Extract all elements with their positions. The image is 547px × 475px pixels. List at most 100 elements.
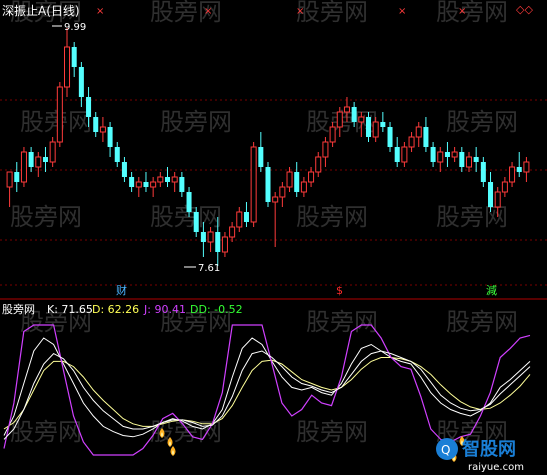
x-marker: × xyxy=(296,6,304,17)
flame-icon xyxy=(170,446,176,456)
watermark-layer: 股旁网 股旁网 股旁网 股旁网股旁网 股旁网 股旁网股旁网 股旁网 股旁网 股旁网股旁网 股旁网股… xyxy=(10,0,518,446)
readout-dd: DD: -0.52 xyxy=(190,303,243,316)
candle-body xyxy=(430,147,436,162)
x-marker: × xyxy=(96,6,104,17)
candle-body xyxy=(71,47,77,67)
candle-body xyxy=(336,111,343,128)
candle-body xyxy=(488,182,494,207)
candle-body xyxy=(64,46,71,88)
signal-label-cai: 财 xyxy=(116,283,127,297)
price-title: 深振止A(日线) xyxy=(2,4,80,18)
candle-body xyxy=(451,151,458,158)
candle-body xyxy=(186,192,192,212)
indicator-name: 股旁网 xyxy=(2,302,35,316)
candle-body xyxy=(258,147,264,167)
candle-body xyxy=(408,136,415,148)
candle-body xyxy=(207,231,214,243)
candle-body xyxy=(358,116,365,123)
candle-body xyxy=(423,127,429,147)
candle-body xyxy=(221,236,228,253)
candle-body xyxy=(42,157,48,162)
candle-body xyxy=(459,152,465,167)
candle-body xyxy=(35,156,42,168)
candle-body xyxy=(308,171,315,183)
candle-body xyxy=(351,107,357,122)
candle-body xyxy=(78,67,84,97)
candle-body xyxy=(215,232,221,252)
candle-body xyxy=(236,211,243,228)
watermark-text: 股旁网 xyxy=(436,0,508,26)
candle-body xyxy=(121,162,127,177)
candle-body xyxy=(523,161,530,173)
candle-body xyxy=(286,171,293,188)
candle-body xyxy=(99,126,106,133)
candle-body xyxy=(516,167,522,172)
logo-name: 智股网 xyxy=(462,438,516,460)
candle-body xyxy=(365,117,372,137)
candle-body xyxy=(272,196,279,203)
readout-d: D: 62.26 xyxy=(92,303,139,316)
candle-body xyxy=(179,177,185,192)
candle-body xyxy=(437,151,444,163)
candle-body xyxy=(279,186,286,198)
stock-chart: 股旁网 股旁网 股旁网 股旁网股旁网 股旁网 股旁网股旁网 股旁网 股旁网 股旁网股旁网 股旁网股… xyxy=(0,0,547,473)
candle-body xyxy=(107,127,113,147)
x-marker: × xyxy=(458,6,466,17)
candle-body xyxy=(380,122,386,127)
candle-body xyxy=(387,127,393,147)
watermark-text: 股旁网 xyxy=(10,418,82,446)
candle-body xyxy=(20,151,27,183)
candle-body xyxy=(394,147,400,162)
watermark-text: 股旁网 xyxy=(296,418,368,446)
watermark-text: 股旁网 xyxy=(446,108,518,136)
readout-j: J: 90.41 xyxy=(143,303,186,316)
signal-label-jian: 減 xyxy=(486,283,497,297)
candle-body xyxy=(494,191,501,208)
candle-body xyxy=(6,171,13,188)
candle-body xyxy=(465,156,472,168)
candle-body xyxy=(315,156,322,173)
candle-body xyxy=(444,152,450,157)
candle-body xyxy=(114,147,120,162)
candle-body xyxy=(294,172,300,192)
candle-body xyxy=(56,86,63,143)
candle-body xyxy=(300,181,307,193)
candle-body xyxy=(473,157,479,162)
candle-body xyxy=(250,146,257,223)
candle-body xyxy=(193,212,199,232)
candle-body xyxy=(229,226,236,238)
candle-body xyxy=(343,106,350,113)
min-price-marker: 7.61 xyxy=(184,263,220,274)
watermark-text: 股旁网 xyxy=(150,203,222,231)
candle-body xyxy=(501,181,508,193)
candle-body xyxy=(372,121,379,138)
candle-body xyxy=(143,182,149,187)
candle-body xyxy=(171,176,178,183)
logo-domain: raiyue.com xyxy=(468,462,524,473)
signal-label-dollar: $ xyxy=(336,284,343,297)
min-price-label: 7.61 xyxy=(198,263,220,274)
candle-body xyxy=(150,181,157,188)
candle-body xyxy=(200,232,206,242)
candle-body xyxy=(401,146,408,163)
candle-body xyxy=(329,126,336,143)
top-right-diamonds: ◇◇ xyxy=(516,3,533,16)
x-marker: × xyxy=(204,6,212,17)
svg-text:Q: Q xyxy=(441,443,450,457)
watermark-text: 股旁网 xyxy=(296,0,368,26)
candle-body xyxy=(243,212,249,222)
watermark-text: 股旁网 xyxy=(10,203,82,231)
price-panel: 深振止A(日线) × × × × × ◇◇ 9.99 7.61 财 $ 減 xyxy=(0,3,547,297)
max-price-label: 9.99 xyxy=(64,22,86,33)
watermark-text: 股旁网 xyxy=(296,203,368,231)
watermark-text: 股旁网 xyxy=(20,108,92,136)
watermark-text: 股旁网 xyxy=(306,308,378,336)
candle-body xyxy=(509,166,516,183)
candle-body xyxy=(265,167,271,202)
site-logo: Q 智股网 raiyue.com xyxy=(436,438,524,473)
candle-body xyxy=(49,141,56,163)
x-marker: × xyxy=(398,6,406,17)
readout-k: K: 71.65 xyxy=(47,303,93,316)
candle-body xyxy=(157,176,164,183)
candle-body xyxy=(14,172,20,182)
